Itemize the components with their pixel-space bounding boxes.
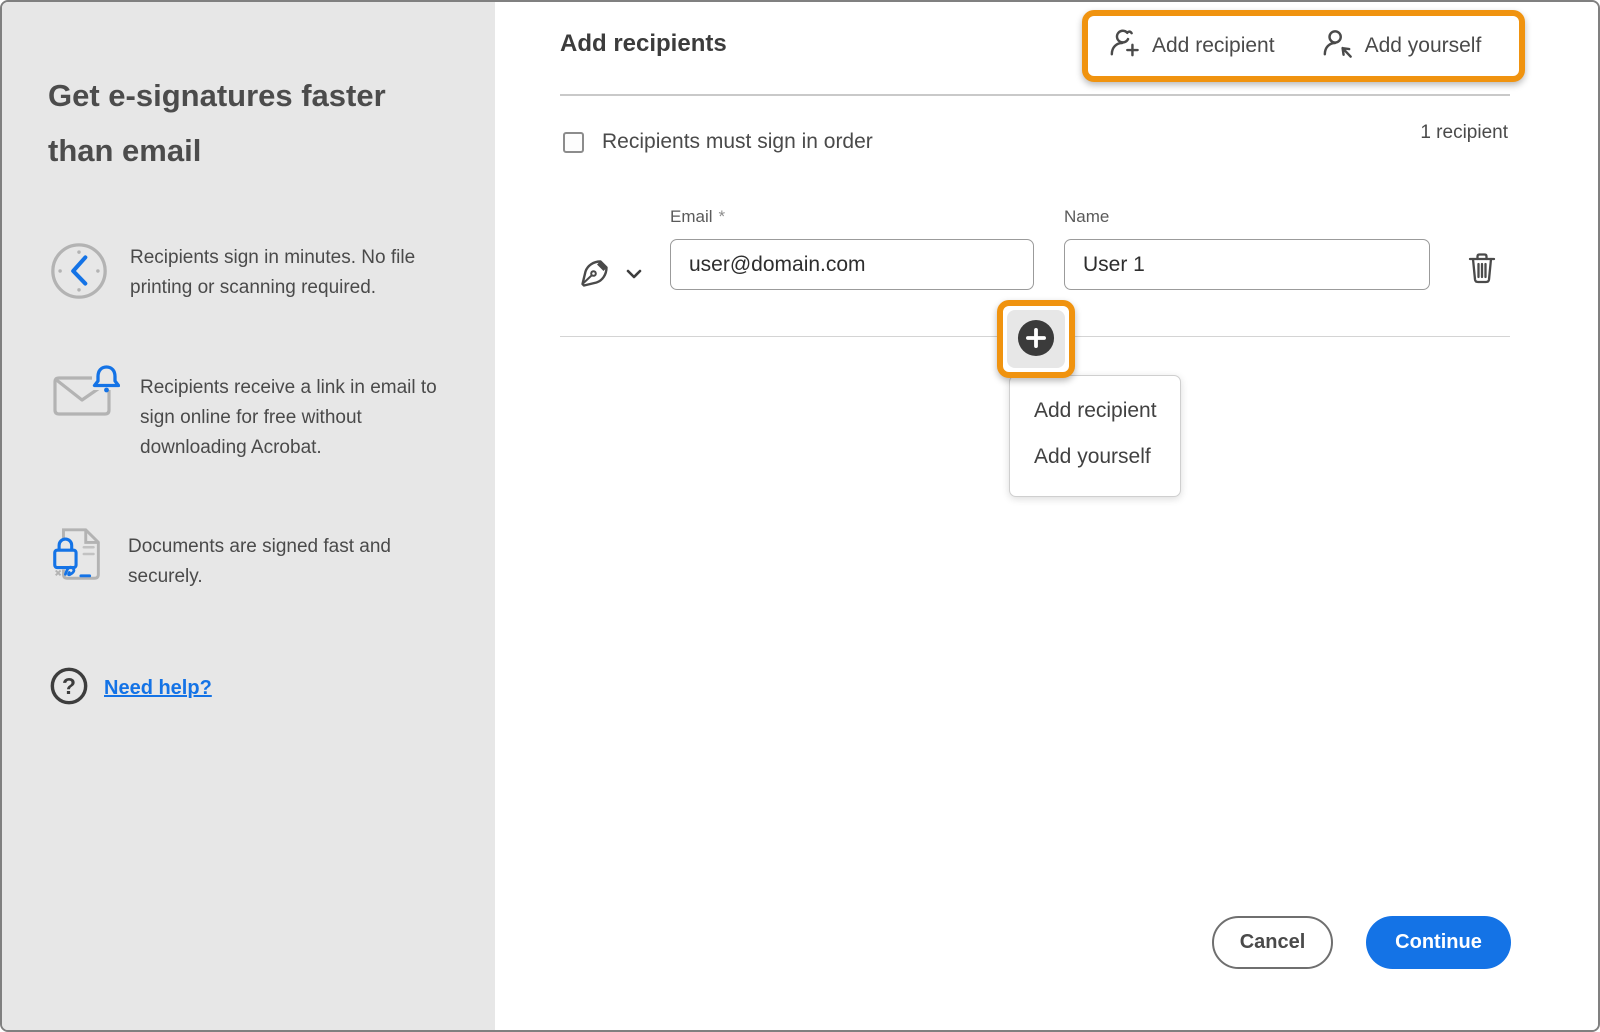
pen-nib-icon [577,256,613,293]
benefit-text: Recipients sign in minutes. No file prin… [130,247,416,298]
required-marker: * [718,207,726,226]
cancel-button[interactable]: Cancel [1212,916,1333,969]
recipient-role-selector[interactable] [573,252,646,297]
add-yourself-button[interactable]: Add yourself [1321,28,1482,64]
add-recipient-button[interactable]: Add recipient [1108,28,1275,64]
need-help-link[interactable]: Need help? [104,677,212,700]
add-recipient-plus-button[interactable] [1007,310,1065,368]
email-label: Email * [670,207,726,226]
email-field-group: Email * [670,207,1034,290]
benefit-item-signed-securely: Documents are signed fast and securely. [48,524,391,592]
chevron-down-icon [626,267,642,282]
page-title: Add recipients [560,30,727,57]
delete-recipient-button[interactable] [1465,249,1499,290]
recipient-count: 1 recipient [1420,122,1508,143]
benefit-text: Recipients receive a link in email to si… [140,377,437,458]
benefit-item-email-link: Recipients receive a link in email to si… [48,362,437,463]
benefit-text: Documents are signed fast and securely. [128,536,391,587]
add-recipient-label: Add recipient [1152,34,1275,57]
sign-in-order-label: Recipients must sign in order [602,130,873,153]
sidebar-title: Get e-signatures faster than email [48,78,386,168]
continue-button[interactable]: Continue [1366,916,1511,969]
name-field[interactable] [1064,239,1430,290]
document-lock-icon [48,524,108,591]
question-circle-icon: ? [49,666,89,711]
help-row: ? Need help? [49,666,212,711]
sign-in-order-row: Recipients must sign in order [563,130,873,154]
clock-icon [48,240,110,307]
header-divider [560,94,1510,96]
main-panel: Add recipients Add recipient Add yoursel… [495,2,1598,1030]
person-arrow-icon [1321,28,1353,64]
sign-in-order-checkbox[interactable] [563,131,584,153]
benefit-item-sign-in-minutes: Recipients sign in minutes. No file prin… [48,240,415,307]
add-recipients-dialog: Get e-signatures faster than email Recip… [0,0,1600,1032]
trash-icon [1467,253,1497,288]
add-button-callout [997,300,1075,378]
add-dropdown-menu: Add recipient Add yourself [1009,375,1181,497]
svg-text:?: ? [62,673,76,699]
person-plus-icon [1108,28,1140,64]
email-field[interactable] [670,239,1034,290]
menu-item-add-recipient[interactable]: Add recipient [1010,388,1180,434]
name-label: Name [1064,207,1110,226]
add-yourself-label: Add yourself [1364,34,1482,57]
name-field-group: Name [1064,207,1430,290]
menu-item-add-yourself[interactable]: Add yourself [1010,434,1180,480]
header-actions-callout: Add recipient Add yourself [1082,10,1525,82]
info-sidebar: Get e-signatures faster than email Recip… [2,2,495,1030]
envelope-bell-icon [48,362,121,427]
plus-circle-icon [1017,319,1055,360]
